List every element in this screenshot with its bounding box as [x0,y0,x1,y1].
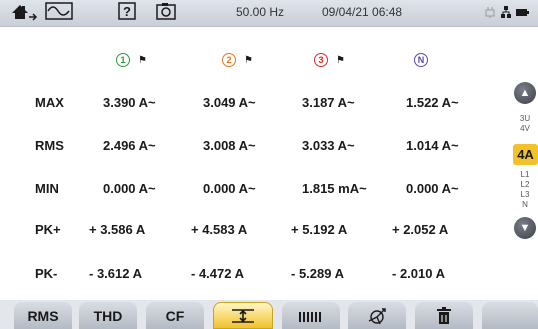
channel-selector: ▲ 3U 4V 4A L1 L2 L3 N ▼ [512,82,538,272]
table-row-min: MIN 0.000 A~ 0.000 A~ 1.815 mA~ 0.000 A~ [0,181,500,201]
tab-phasor[interactable] [348,302,406,329]
channel-header-2: 2 ⚑ [222,51,253,69]
table-cell: 1.815 mA~ [302,181,367,196]
status-bar: ? 50.00 Hz 09/04/21 06:48 [0,0,538,27]
row-label: PK+ [35,222,61,237]
flag-icon: ⚑ [336,54,345,66]
flag-icon: ⚑ [138,54,147,66]
channel-header-3: 3 ⚑ [314,51,345,69]
table-cell: 2.496 A~ [103,138,156,153]
min-max-icon [232,308,254,323]
home-icon[interactable] [8,0,40,22]
selector-item-l2[interactable]: L2 [512,180,538,189]
battery-icon [516,9,529,16]
table-row-max: MAX 3.390 A~ 3.049 A~ 3.187 A~ 1.522 A~ [0,95,500,115]
table-cell: 3.049 A~ [203,95,256,110]
selector-item-4v[interactable]: 4V [512,124,538,133]
selector-item-3u[interactable]: 3U [512,114,538,123]
table-cell: 3.390 A~ [103,95,156,110]
row-label: MAX [35,95,64,110]
bars-icon [299,311,321,322]
table-cell: 0.000 A~ [103,181,156,196]
row-label: MIN [35,181,59,196]
table-cell: + 2.052 A [392,222,449,237]
trash-icon [437,306,451,324]
channel-n-badge: N [414,53,428,67]
channel-1-badge: 1 [116,53,130,67]
tab-min-max[interactable] [213,302,273,329]
channel-header-n: N [414,51,428,69]
selector-item-l3[interactable]: L3 [512,190,538,199]
tab-thd[interactable]: THD [79,302,137,329]
flag-icon: ⚑ [244,54,253,66]
table-cell: - 2.010 A [392,266,445,281]
phasor-icon [368,307,386,324]
datetime-readout: 09/04/21 06:48 [322,5,403,19]
table-cell: + 5.192 A [291,222,348,237]
channel-header-1: 1 ⚑ [116,51,147,69]
power-plug-icon [485,7,495,18]
frequency-readout: 50.00 Hz [236,5,285,19]
help-icon[interactable]: ? [116,0,138,22]
table-cell: - 3.612 A [89,266,142,281]
table-row-pk-plus: PK+ + 3.586 A + 4.583 A + 5.192 A + 2.05… [0,222,500,242]
table-cell: 0.000 A~ [203,181,256,196]
table-cell: - 5.289 A [291,266,344,281]
waveform-icon[interactable] [44,0,74,22]
table-cell: - 4.472 A [191,266,244,281]
table-cell: 3.008 A~ [203,138,256,153]
tab-empty[interactable] [482,302,538,329]
channel-3-badge: 3 [314,53,328,67]
triangle-down-icon: ▼ [519,222,531,234]
tab-rms[interactable]: RMS [14,302,72,329]
network-icon [501,6,511,18]
row-label: PK- [35,266,58,281]
tab-bars[interactable] [282,302,340,329]
camera-icon[interactable] [154,0,178,22]
selector-item-n[interactable]: N [512,200,538,209]
table-cell: + 3.586 A [89,222,146,237]
tab-delete[interactable] [415,302,473,329]
table-row-rms: RMS 2.496 A~ 3.008 A~ 3.033 A~ 1.014 A~ [0,138,500,158]
table-cell: 0.000 A~ [406,181,459,196]
row-label: RMS [35,138,64,153]
screen: ? 50.00 Hz 09/04/21 06:48 1 ⚑ 2 ⚑ 3 ⚑ N [0,0,538,329]
scroll-down-button[interactable]: ▼ [514,217,536,239]
selector-item-l1[interactable]: L1 [512,170,538,179]
scroll-up-button[interactable]: ▲ [514,82,536,104]
tab-cf[interactable]: CF [146,302,204,329]
selector-item-4a[interactable]: 4A [513,144,538,165]
table-cell: + 4.583 A [191,222,248,237]
triangle-up-icon: ▲ [519,87,531,99]
table-cell: 1.522 A~ [406,95,459,110]
table-cell: 3.187 A~ [302,95,355,110]
function-tab-bar: RMS THD CF [0,300,538,329]
table-cell: 3.033 A~ [302,138,355,153]
status-icons [483,4,529,20]
table-cell: 1.014 A~ [406,138,459,153]
table-row-pk-minus: PK- - 3.612 A - 4.472 A - 5.289 A - 2.01… [0,266,500,286]
channel-2-badge: 2 [222,53,236,67]
svg-text:?: ? [123,4,131,19]
